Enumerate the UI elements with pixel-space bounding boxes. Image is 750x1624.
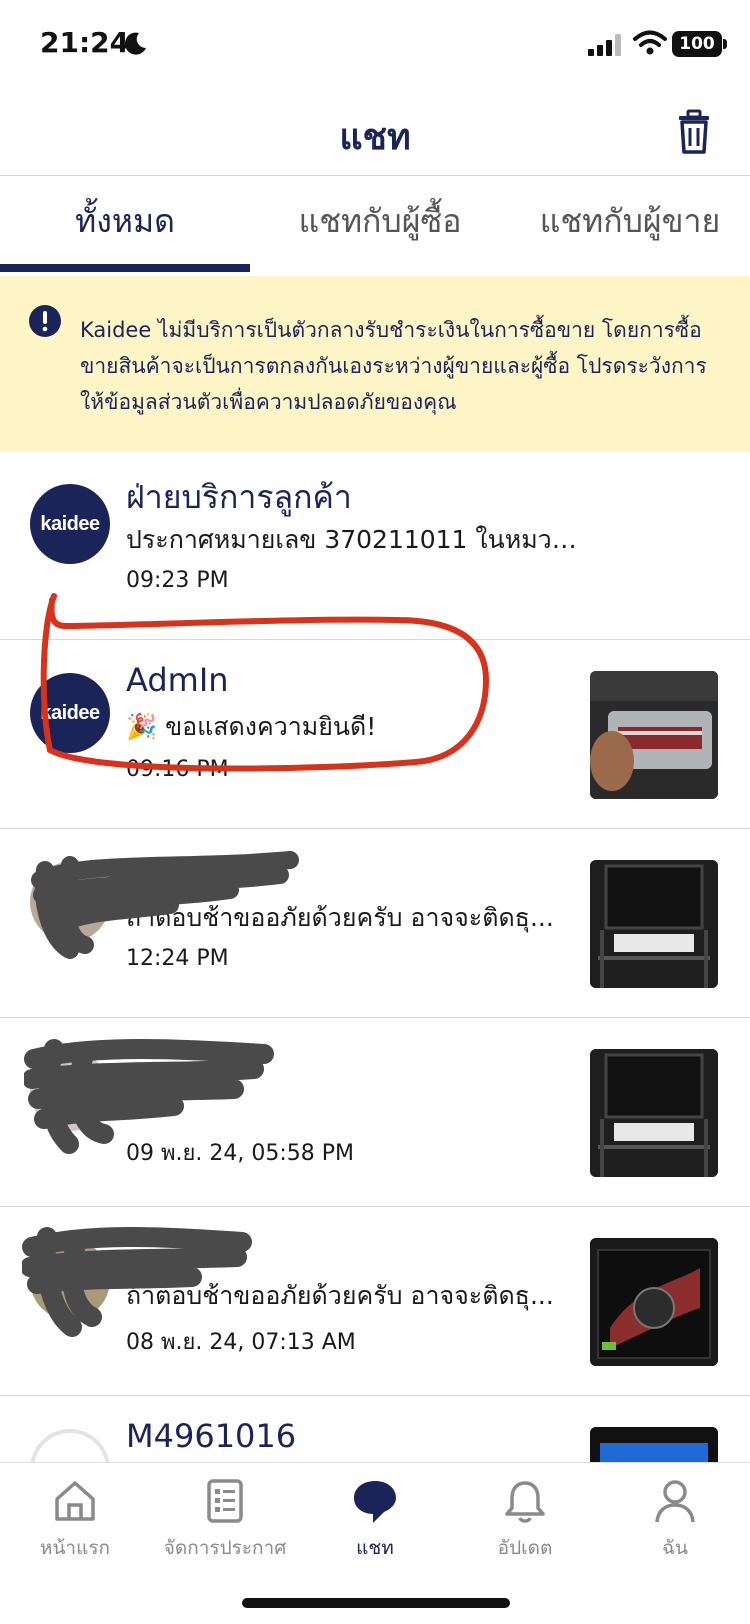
nav-label: หน้าแรก bbox=[39, 1537, 111, 1559]
battery-indicator: 100 bbox=[672, 31, 722, 57]
notice-text: Kaidee ไม่มีบริการเป็นตัวกลางรับชำระเงิน… bbox=[80, 318, 707, 414]
wifi-icon bbox=[633, 30, 667, 55]
chat-filter-tabs: ทั้งหมด แชทกับผู้ซื้อ แชทกับผู้ขาย bbox=[0, 176, 750, 272]
chat-row[interactable]: ถ้าตอบช้าขออภัยด้วยครับ อาจจะติดธุ... 12… bbox=[0, 830, 750, 1018]
nav-chat[interactable]: แชท bbox=[300, 1477, 450, 1587]
safety-notice: Kaidee ไม่มีบริการเป็นตัวกลางรับชำระเงิน… bbox=[0, 276, 750, 452]
listing-thumbnail[interactable] bbox=[590, 671, 718, 799]
chat-name: ฝ่ายบริการลูกค้า bbox=[126, 478, 352, 516]
bell-icon bbox=[505, 1481, 545, 1523]
user-avatar bbox=[30, 862, 110, 942]
chat-name: M4961016 bbox=[126, 1417, 297, 1455]
status-time: 21:24 bbox=[40, 26, 130, 59]
nav-manage-listings[interactable]: จัดการประกาศ bbox=[150, 1477, 300, 1587]
tab-sellers[interactable]: แชทกับผู้ขาย bbox=[510, 176, 750, 272]
user-avatar bbox=[30, 1051, 110, 1131]
chat-time: 09:16 PM bbox=[126, 757, 229, 782]
battery-tip bbox=[723, 39, 727, 49]
nav-label: อัปเดต bbox=[497, 1537, 553, 1559]
default-avatar bbox=[30, 1429, 110, 1462]
header: แชท bbox=[0, 90, 750, 176]
listing-thumbnail[interactable] bbox=[590, 1238, 718, 1366]
chat-row[interactable]: kaidee ฝ่ายบริการลูกค้า ประกาศหมายเลข 37… bbox=[0, 452, 750, 640]
chat-time: 09:23 PM bbox=[126, 568, 229, 593]
active-tab-indicator bbox=[0, 264, 250, 272]
alert-icon bbox=[29, 305, 61, 337]
kaidee-avatar: kaidee bbox=[30, 673, 110, 753]
tab-all[interactable]: ทั้งหมด bbox=[0, 176, 250, 272]
chat-time: 09 พ.ย. 24, 05:58 PM bbox=[126, 1141, 354, 1166]
nav-label: แชท bbox=[356, 1537, 394, 1559]
page-title: แชท bbox=[339, 117, 411, 158]
chat-last-message: ถ้าตอบช้าขออภัยด้วยครับ อาจจะติดธุ... bbox=[126, 1281, 554, 1310]
moon-icon bbox=[124, 32, 146, 55]
user-avatar bbox=[30, 1240, 110, 1320]
kaidee-avatar: kaidee bbox=[30, 484, 110, 564]
chat-icon bbox=[354, 1481, 396, 1523]
listing-thumbnail[interactable] bbox=[590, 1049, 718, 1177]
listing-thumbnail[interactable] bbox=[590, 860, 718, 988]
nav-home[interactable]: หน้าแรก bbox=[0, 1477, 150, 1587]
signal-icon bbox=[588, 34, 621, 56]
chat-time: 08 พ.ย. 24, 07:13 AM bbox=[126, 1330, 356, 1355]
chat-last-message: 🎉 ขอแสดงความยินดี! bbox=[126, 712, 377, 741]
nav-updates[interactable]: อัปเดต bbox=[450, 1477, 600, 1587]
chat-row[interactable]: kaidee AdmIn 🎉 ขอแสดงความยินดี! 09:16 PM bbox=[0, 641, 750, 829]
profile-icon bbox=[655, 1480, 695, 1523]
chat-last-message: ประกาศหมายเลข 370211011 ในหมวด... bbox=[126, 525, 586, 554]
chat-row[interactable]: ถ้าตอบช้าขออภัยด้วยครับ อาจจะติดธุ... 08… bbox=[0, 1208, 750, 1396]
chat-last-message: ถ้าตอบช้าขออภัยด้วยครับ อาจจะติดธุ... bbox=[126, 903, 554, 932]
nav-label: ฉัน bbox=[662, 1537, 688, 1559]
trash-icon[interactable] bbox=[670, 108, 718, 156]
chat-row[interactable]: M4961016 bbox=[0, 1397, 750, 1462]
chat-name: AdmIn bbox=[126, 661, 229, 699]
nav-profile[interactable]: ฉัน bbox=[600, 1477, 750, 1587]
chat-row[interactable]: 09 พ.ย. 24, 05:58 PM bbox=[0, 1019, 750, 1207]
listing-icon bbox=[207, 1479, 243, 1523]
chat-time: 12:24 PM bbox=[126, 946, 229, 971]
nav-label: จัดการประกาศ bbox=[163, 1537, 287, 1559]
tab-buyers[interactable]: แชทกับผู้ซื้อ bbox=[260, 176, 500, 272]
chat-list: kaidee ฝ่ายบริการลูกค้า ประกาศหมายเลข 37… bbox=[0, 452, 750, 1462]
home-indicator bbox=[242, 1598, 510, 1608]
home-icon bbox=[55, 1481, 95, 1521]
listing-thumbnail[interactable] bbox=[590, 1427, 718, 1462]
status-bar: 21:24 100 bbox=[0, 0, 750, 90]
